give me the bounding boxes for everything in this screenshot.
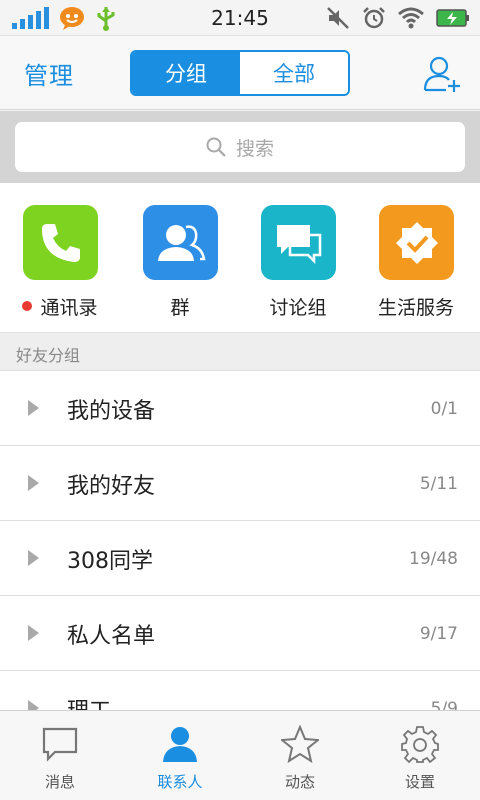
- group-all-switch: 分组 全部: [130, 50, 350, 96]
- group-row[interactable]: 我的设备 0/1: [0, 371, 480, 446]
- expand-arrow-icon: [28, 550, 39, 566]
- quick-label-life-service: 生活服务: [377, 297, 454, 319]
- add-contact-icon[interactable]: [422, 54, 462, 94]
- quick-label-contacts: 通讯录: [0, 293, 120, 320]
- expand-arrow-icon: [28, 475, 39, 491]
- quick-item-discussion[interactable]: 讨论组: [238, 205, 358, 325]
- tab-label: 设置: [404, 773, 435, 791]
- search-icon: [206, 137, 226, 157]
- friend-groups-header: 好友分组: [0, 333, 480, 371]
- status-right: [326, 5, 470, 31]
- settings-icon: [401, 726, 439, 763]
- expand-arrow-icon: [28, 400, 39, 416]
- discussion-icon: [261, 205, 336, 280]
- group-name: 308同学: [67, 549, 153, 574]
- tab-label: 联系人: [157, 773, 203, 791]
- message-icon: [42, 727, 78, 762]
- expand-arrow-icon: [28, 700, 39, 710]
- quick-label-discussion: 讨论组: [269, 297, 327, 319]
- section-title: 好友分组: [16, 346, 81, 365]
- life-service-icon: [379, 205, 454, 280]
- tab-groups[interactable]: 分组: [132, 52, 240, 94]
- group-row[interactable]: 我的好友 5/11: [0, 446, 480, 521]
- quick-item-contacts[interactable]: 通讯录: [0, 205, 120, 325]
- search-input[interactable]: 搜索: [15, 122, 465, 172]
- alarm-icon: [363, 7, 385, 29]
- group-count: 5/11: [419, 474, 458, 494]
- group-count: 5/9: [430, 699, 458, 710]
- new-badge: [22, 301, 33, 311]
- tab-label: 消息: [44, 773, 75, 791]
- tab-all[interactable]: 全部: [240, 52, 348, 94]
- wifi-icon: [398, 7, 424, 29]
- tab-contacts[interactable]: 联系人: [120, 711, 240, 800]
- group-row[interactable]: 私人名单 9/17: [0, 596, 480, 671]
- manage-button[interactable]: 管理: [24, 56, 74, 91]
- title-bar: 管理 分组 全部: [0, 36, 480, 110]
- quick-label-groups: 群: [170, 297, 190, 319]
- battery-charging-icon: [436, 9, 469, 27]
- mute-icon: [327, 7, 349, 29]
- status-bar: 21:45: [0, 0, 480, 36]
- bottom-tab-bar: 消息 联系人 动态 设置: [0, 710, 480, 800]
- group-row[interactable]: 308同学 19/48: [0, 521, 480, 596]
- group-name: 理工: [67, 693, 111, 710]
- phone-icon: [23, 205, 98, 280]
- group-name: 我的好友: [67, 474, 156, 499]
- group-icon: [143, 205, 218, 280]
- quick-item-life-service[interactable]: 生活服务: [356, 205, 476, 325]
- quick-actions: 通讯录 群 讨论组 生活服务: [0, 183, 480, 333]
- group-count: 0/1: [430, 399, 458, 419]
- search-placeholder: 搜索: [235, 137, 274, 160]
- search-area: 搜索: [0, 111, 480, 183]
- quick-item-groups[interactable]: 群: [120, 205, 240, 325]
- tab-settings[interactable]: 设置: [360, 711, 480, 800]
- group-name: 私人名单: [67, 624, 156, 649]
- group-row[interactable]: 理工 5/9: [0, 671, 480, 710]
- group-name: 我的设备: [67, 399, 156, 424]
- tab-label: 动态: [284, 773, 315, 791]
- tab-messages[interactable]: 消息: [0, 711, 120, 800]
- group-count: 9/17: [419, 624, 458, 644]
- contacts-icon: [163, 727, 197, 762]
- tab-feed[interactable]: 动态: [240, 711, 360, 800]
- group-count: 19/48: [409, 549, 458, 569]
- group-list: 我的设备 0/1 我的好友 5/11 308同学 19/48 私人名单 9/17…: [0, 371, 480, 710]
- star-icon: [281, 725, 319, 763]
- expand-arrow-icon: [28, 625, 39, 641]
